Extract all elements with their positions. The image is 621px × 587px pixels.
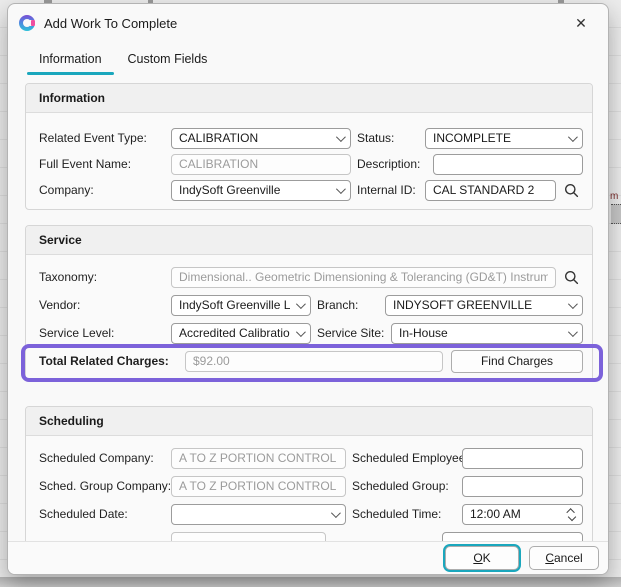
chevron-down-icon xyxy=(568,299,578,309)
row-scheduled-company: Scheduled Company: Scheduled Employee: xyxy=(39,444,583,472)
service-level-select[interactable]: Accredited Calibration xyxy=(171,323,311,344)
scheduled-employee-field[interactable] xyxy=(462,448,583,469)
scheduling-group: Scheduling Scheduled Company: Scheduled … xyxy=(25,406,593,543)
chevron-down-icon xyxy=(568,327,578,337)
background-window-strip xyxy=(0,577,621,587)
background-selected-row xyxy=(611,204,621,224)
status-select[interactable]: INCOMPLETE xyxy=(425,128,583,149)
taxonomy-search-button[interactable] xyxy=(559,266,583,288)
company-label: Company: xyxy=(39,183,171,197)
row-sched-group-company: Sched. Group Company: Scheduled Group: xyxy=(39,472,583,500)
row-related-event-type: Related Event Type: CALIBRATION Status: … xyxy=(39,125,583,151)
description-field[interactable] xyxy=(433,154,583,175)
scheduled-group-field[interactable] xyxy=(462,476,583,497)
description-label: Description: xyxy=(357,157,429,171)
chevron-down-icon xyxy=(296,327,306,337)
service-site-label: Service Site: xyxy=(317,326,387,340)
tab-bar: Information Custom Fields xyxy=(26,48,220,75)
vendor-select[interactable]: IndySoft Greenville Lab xyxy=(171,295,311,316)
row-taxonomy: Taxonomy: xyxy=(39,263,583,291)
scheduled-time-spinner[interactable]: 12:00 AM xyxy=(462,504,583,525)
full-event-name-label: Full Event Name: xyxy=(39,157,171,171)
taxonomy-field xyxy=(171,267,556,288)
chevron-down-icon xyxy=(336,132,346,142)
branch-label: Branch: xyxy=(317,298,381,312)
row-scheduled-date-time: Scheduled Date: Scheduled Time: 12:00 AM xyxy=(39,500,583,528)
row-service-level-site: Service Level: Accredited Calibration Se… xyxy=(39,319,583,347)
find-charges-button[interactable]: Find Charges xyxy=(451,350,583,373)
service-group-title: Service xyxy=(26,226,592,255)
spinner-down-icon[interactable] xyxy=(568,513,576,521)
internal-id-label: Internal ID: xyxy=(357,183,421,197)
cancel-button[interactable]: Cancel xyxy=(529,546,599,570)
search-icon xyxy=(564,183,579,198)
scheduled-company-field xyxy=(171,448,346,469)
row-company: Company: IndySoft Greenville Internal ID… xyxy=(39,177,583,203)
search-icon xyxy=(564,270,579,285)
scheduled-date-select[interactable] xyxy=(171,504,346,525)
tab-custom-fields[interactable]: Custom Fields xyxy=(115,48,221,75)
information-group-title: Information xyxy=(26,84,592,113)
branch-select[interactable]: INDYSOFT GREENVILLE xyxy=(385,295,583,316)
chevron-down-icon xyxy=(568,132,578,142)
row-total-related-charges: Total Related Charges: Find Charges xyxy=(39,347,583,375)
sched-group-company-label: Sched. Group Company: xyxy=(39,479,171,493)
full-event-name-field xyxy=(171,154,351,175)
scheduling-group-title: Scheduling xyxy=(26,407,592,436)
total-related-charges-label: Total Related Charges: xyxy=(39,354,185,368)
service-level-label: Service Level: xyxy=(39,326,171,340)
scheduled-group-label: Scheduled Group: xyxy=(352,479,458,493)
sched-group-company-field xyxy=(171,476,346,497)
footer-bar: OK Cancel xyxy=(8,541,608,574)
service-site-select[interactable]: In-House xyxy=(391,323,583,344)
company-select[interactable]: IndySoft Greenville xyxy=(171,180,351,201)
title-bar: Add Work To Complete ✕ xyxy=(8,4,608,42)
ok-button[interactable]: OK xyxy=(445,546,519,570)
tab-information[interactable]: Information xyxy=(26,48,115,75)
service-group: Service Taxonomy: Vendor: IndySoft Green… xyxy=(25,225,593,382)
row-full-event-name: Full Event Name: Description: xyxy=(39,151,583,177)
taxonomy-label: Taxonomy: xyxy=(39,270,171,284)
related-event-type-select[interactable]: CALIBRATION xyxy=(171,128,351,149)
row-vendor-branch: Vendor: IndySoft Greenville Lab Branch: … xyxy=(39,291,583,319)
dialog-content: Information Related Event Type: CALIBRAT… xyxy=(8,72,608,543)
related-event-type-label: Related Event Type: xyxy=(39,131,171,145)
add-work-to-complete-dialog: Add Work To Complete ✕ Information Custo… xyxy=(7,3,609,575)
close-icon[interactable]: ✕ xyxy=(567,10,595,36)
information-group: Information Related Event Type: CALIBRAT… xyxy=(25,83,593,210)
status-label: Status: xyxy=(357,131,421,145)
vendor-label: Vendor: xyxy=(39,298,171,312)
chevron-down-icon xyxy=(296,299,306,309)
app-logo-icon xyxy=(19,15,35,31)
background-edge-text: m xyxy=(610,191,618,202)
total-related-charges-field xyxy=(185,351,443,372)
scheduled-time-label: Scheduled Time: xyxy=(352,507,458,521)
chevron-down-icon xyxy=(331,508,341,518)
scheduled-company-label: Scheduled Company: xyxy=(39,451,171,465)
scheduled-date-label: Scheduled Date: xyxy=(39,507,171,521)
dialog-title: Add Work To Complete xyxy=(44,16,177,31)
internal-id-field[interactable] xyxy=(425,180,556,201)
chevron-down-icon xyxy=(336,184,346,194)
scheduled-employee-label: Scheduled Employee: xyxy=(352,451,458,465)
internal-id-search-button[interactable] xyxy=(559,179,583,201)
